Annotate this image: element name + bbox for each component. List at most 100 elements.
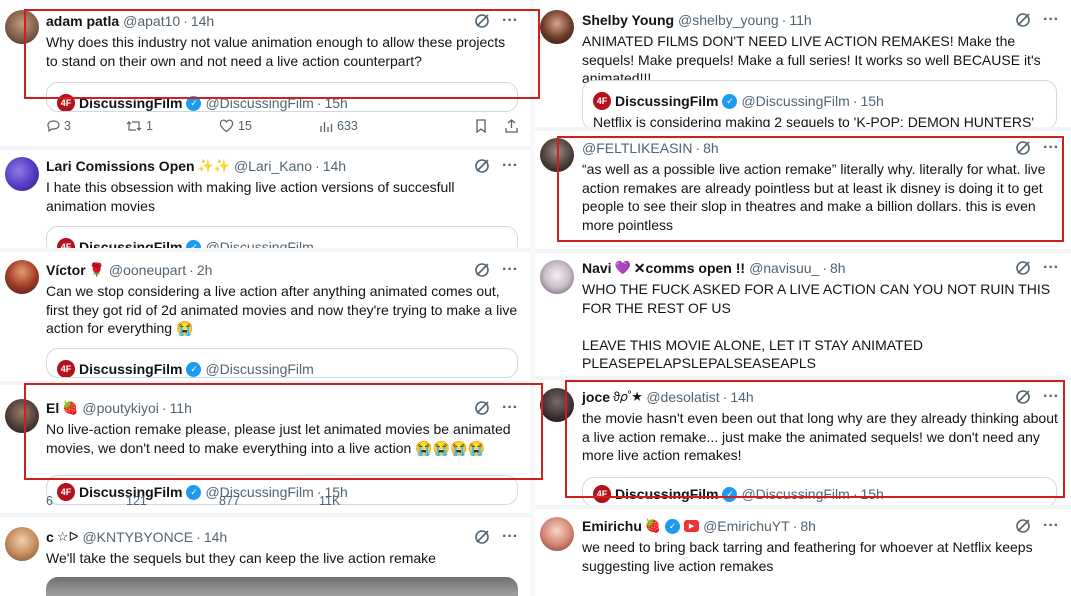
tweet-joce[interactable]: joce ϑ𝜌˚★ @desolatist · 14h ··· the movi…	[535, 380, 1071, 505]
tweet-feltlikeasin[interactable]: @FELTLIKEASIN · 8h ··· “as well as a pos…	[535, 131, 1071, 249]
quoted-tweet[interactable]: 4F DiscussingFilm ✓ @DiscussingFilm	[46, 348, 518, 378]
verified-badge-icon: ✓	[722, 486, 738, 502]
avatar[interactable]	[540, 388, 574, 422]
more-icon[interactable]: ···	[1043, 260, 1059, 276]
tweet-text: Can we stop considering a live action af…	[46, 283, 518, 336]
avatar[interactable]	[5, 527, 39, 561]
grok-icon[interactable]	[474, 529, 490, 545]
author-handle[interactable]: @navisuu_	[749, 260, 819, 276]
timestamp[interactable]: 8h	[703, 140, 719, 156]
share-icon[interactable]	[505, 119, 518, 133]
author-name[interactable]: Emirichu	[582, 518, 642, 534]
tweet-media-image[interactable]	[46, 577, 518, 596]
timestamp[interactable]: 14h	[323, 158, 346, 174]
name-emoji: ☆ᐅ	[56, 529, 79, 544]
grok-icon[interactable]	[1015, 518, 1031, 534]
more-icon[interactable]: ···	[1043, 12, 1059, 28]
views-count: 11K	[319, 494, 341, 508]
grok-icon[interactable]	[474, 400, 490, 416]
author-handle[interactable]: @KNTYBYONCE	[82, 529, 193, 545]
tweet-victor[interactable]: Víctor 🌹 @ooneupart · 2h ··· Can we stop…	[0, 252, 530, 381]
avatar[interactable]	[540, 260, 574, 294]
tweet-emirichu[interactable]: Emirichu 🍓 ✓ ▶ @EmirichuYT · 8h ··· we n…	[535, 509, 1071, 596]
quoted-tweet[interactable]: 4F DiscussingFilm ✓ @DiscussingFilm · 15…	[582, 80, 1057, 127]
author-name[interactable]: joce	[582, 389, 610, 405]
timestamp[interactable]: 14h	[191, 13, 214, 29]
grok-icon[interactable]	[1015, 140, 1031, 156]
quoted-tweet[interactable]: 4F DiscussingFilm ✓ @DiscussingFilm · 15…	[582, 477, 1057, 505]
more-icon[interactable]: ···	[502, 400, 518, 416]
more-icon[interactable]: ···	[1043, 140, 1059, 156]
action-bar: 6 121 877 11K	[46, 494, 518, 508]
tweet-el[interactable]: El 🍓 @poutykiyoi · 11h ··· No live-actio…	[0, 385, 530, 513]
timestamp[interactable]: 14h	[730, 389, 753, 405]
author-handle[interactable]: @desolatist	[646, 389, 719, 405]
author-name[interactable]: Víctor	[46, 262, 86, 278]
discussingfilm-logo-icon: 4F	[593, 92, 611, 110]
author-handle[interactable]: @EmirichuYT	[703, 518, 790, 534]
grok-icon[interactable]	[1015, 389, 1031, 405]
reply-icon	[47, 120, 60, 133]
more-icon[interactable]: ···	[1043, 389, 1059, 405]
author-handle[interactable]: @ooneupart	[109, 262, 186, 278]
avatar[interactable]	[5, 260, 39, 294]
quoted-tweet[interactable]: 4F DiscussingFilm ✓ @DiscussingFilm · 15…	[46, 82, 518, 112]
grok-icon[interactable]	[474, 13, 490, 29]
tweet-lari-comissions[interactable]: Lari Comissions Open ✨✨ @Lari_Kano · 14h…	[0, 150, 530, 248]
like-button[interactable]: 15	[219, 119, 319, 133]
timestamp[interactable]: 14h	[204, 529, 227, 545]
right-tweet-column: Shelby Young @shelby_young · 11h ··· ANI…	[535, 0, 1071, 596]
more-icon[interactable]: ···	[502, 158, 518, 174]
like-icon	[219, 119, 234, 133]
tweet-navi[interactable]: Navi 💜 ✕comms open !! @navisuu_ · 8h ···…	[535, 253, 1071, 376]
quoted-name: DiscussingFilm	[615, 486, 719, 502]
author-name[interactable]: El	[46, 400, 59, 416]
author-handle[interactable]: @Lari_Kano	[234, 158, 312, 174]
youtube-icon: ▶	[684, 520, 700, 532]
avatar[interactable]	[540, 517, 574, 551]
grok-icon[interactable]	[474, 158, 490, 174]
timestamp[interactable]: 8h	[830, 260, 846, 276]
author-name-suffix[interactable]: ✕comms open !!	[634, 260, 745, 277]
more-icon[interactable]: ···	[502, 262, 518, 278]
avatar[interactable]	[5, 157, 39, 191]
timestamp[interactable]: 11h	[170, 400, 192, 416]
avatar[interactable]	[540, 10, 574, 44]
timestamp[interactable]: 8h	[800, 518, 816, 534]
timestamp[interactable]: 11h	[789, 12, 811, 28]
like-button[interactable]: 877	[219, 494, 319, 508]
avatar[interactable]	[540, 138, 574, 172]
quoted-tweet[interactable]: 4F DiscussingFilm ✓ @DiscussingFilm	[46, 226, 518, 248]
name-emoji: 🍓	[644, 518, 662, 533]
tweet-adam-patla[interactable]: adam patla @apat10 · 14h ··· Why does th…	[0, 0, 530, 146]
author-handle[interactable]: @shelby_young	[678, 12, 779, 28]
retweet-button[interactable]: 121	[126, 494, 219, 508]
more-icon[interactable]: ···	[502, 529, 518, 545]
grok-icon[interactable]	[474, 262, 490, 278]
author-handle[interactable]: @poutykiyoi	[82, 400, 158, 416]
bookmark-icon[interactable]	[475, 119, 487, 133]
verified-badge-icon: ✓	[186, 239, 202, 248]
timestamp[interactable]: 2h	[197, 262, 213, 278]
tweet-shelby-young[interactable]: Shelby Young @shelby_young · 11h ··· ANI…	[535, 0, 1071, 127]
views-button[interactable]: 633	[319, 119, 429, 133]
author-name[interactable]: c	[46, 529, 54, 545]
tweet-c[interactable]: c ☆ᐅ @KNTYBYONCE · 14h ··· We'll take th…	[0, 517, 530, 596]
retweet-button[interactable]: 1	[126, 119, 219, 133]
author-name[interactable]: Navi	[582, 260, 612, 276]
grok-icon[interactable]	[1015, 12, 1031, 28]
author-name[interactable]: Shelby Young	[582, 12, 674, 28]
grok-icon[interactable]	[1015, 260, 1031, 276]
author-handle[interactable]: @FELTLIKEASIN	[582, 140, 692, 156]
views-button[interactable]: 11K	[319, 494, 429, 508]
reply-button[interactable]: 3	[46, 119, 126, 133]
avatar[interactable]	[5, 399, 39, 433]
author-name[interactable]: adam patla	[46, 13, 119, 29]
reply-button[interactable]: 6	[46, 494, 126, 508]
avatar[interactable]	[5, 10, 39, 44]
verified-badge-icon: ✓	[186, 95, 202, 111]
more-icon[interactable]: ···	[502, 13, 518, 29]
author-name[interactable]: Lari Comissions Open	[46, 158, 195, 174]
more-icon[interactable]: ···	[1043, 518, 1059, 534]
author-handle[interactable]: @apat10	[123, 13, 180, 29]
